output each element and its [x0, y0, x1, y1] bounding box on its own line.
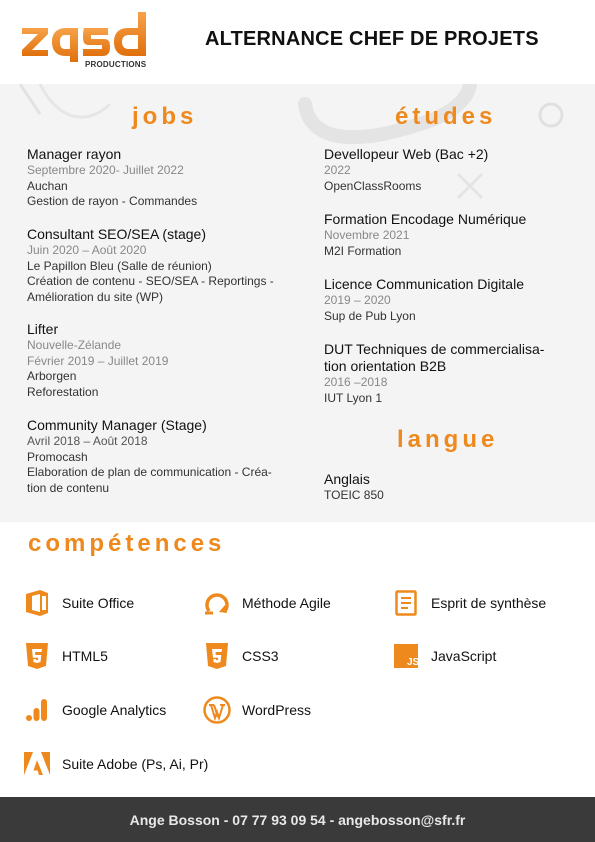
main-panel: jobs études Manager rayon Septembre 2020… [0, 84, 595, 522]
job-company: Arborgen [27, 369, 77, 383]
skill-item: Google Analytics [23, 695, 166, 725]
jobs-heading: jobs [132, 103, 198, 130]
job-company: Promocash [27, 449, 88, 464]
job-title: Consultant SEO/SEA (stage) [27, 226, 206, 242]
school-name: M2I Formation [324, 243, 402, 258]
html5-icon [23, 641, 51, 671]
language-entry: Anglais TOEIC 850 [324, 471, 384, 504]
school-name: OpenClassRooms [324, 178, 422, 193]
svg-text:JS: JS [407, 657, 418, 668]
job-entry: Community Manager (Stage) Avril 2018 – A… [27, 417, 272, 496]
job-title: Manager rayon [27, 146, 122, 162]
language-level: TOEIC 850 [324, 488, 384, 502]
contact-info: Ange Bosson - 07 77 93 09 54 - angebosso… [129, 811, 466, 828]
logo-subtitle: PRODUCTIONS [85, 60, 147, 69]
job-dates: Juin 2020 – Août 2020 [27, 243, 147, 257]
education-dates: 2019 – 2020 [324, 293, 391, 307]
agile-icon [203, 588, 231, 618]
document-icon [392, 588, 420, 618]
job-dates: Février 2019 – Juillet 2019 [27, 353, 169, 368]
degree-title: Formation Encodage Numérique [324, 211, 527, 227]
skill-item: Esprit de synthèse [392, 588, 546, 618]
skill-label: HTML5 [62, 648, 108, 664]
skill-label: Esprit de synthèse [431, 595, 547, 611]
job-company: Auchan [27, 178, 68, 193]
footer: Ange Bosson - 07 77 93 09 54 - angebosso… [0, 797, 595, 842]
degree-title-line2: tion orientation B2B [324, 358, 447, 374]
job-description: Elaboration de plan de communication - C… [27, 465, 272, 479]
school-name: IUT Lyon 1 [324, 390, 383, 405]
page-title: ALTERNANCE CHEF DE PROJETS [205, 28, 539, 50]
job-description: Amélioration du site (WP) [27, 289, 164, 304]
wordpress-icon [203, 695, 231, 725]
skill-label: Google Analytics [62, 702, 167, 718]
skill-item: Suite Office [23, 588, 134, 618]
css3-icon [203, 641, 231, 671]
header: PRODUCTIONS ALTERNANCE CHEF DE PROJETS [0, 0, 595, 84]
education-entry: Devellopeur Web (Bac +2) 2022 OpenClassR… [324, 146, 488, 194]
school-name: Sup de Pub Lyon [324, 308, 416, 323]
education-dates: Novembre 2021 [324, 228, 410, 242]
competences-heading: compétences [28, 530, 226, 557]
skill-item: WordPress [203, 695, 311, 725]
javascript-icon: JS [392, 641, 420, 671]
skill-label: Suite Office [62, 595, 135, 611]
skill-item: JS JavaScript [392, 641, 496, 671]
degree-title: DUT Techniques de commercialisa- [324, 341, 545, 357]
skill-label: Méthode Agile [242, 595, 331, 611]
job-title: Lifter [27, 321, 59, 337]
job-company: Le Papillon Bleu (Salle de réunion) [27, 258, 212, 273]
degree-title: Devellopeur Web (Bac +2) [324, 146, 489, 162]
zqsd-logo-icon [22, 12, 146, 62]
job-description: Création de contenu - SEO/SEA - Reportin… [27, 274, 274, 288]
office-icon [23, 588, 51, 618]
job-entry: Manager rayon Septembre 2020- Juillet 20… [27, 146, 197, 210]
job-location: Nouvelle-Zélande [27, 338, 122, 352]
degree-title: Licence Communication Digitale [324, 276, 524, 292]
analytics-icon [23, 695, 51, 725]
job-title: Community Manager (Stage) [27, 417, 207, 433]
education-dates: 2016 –2018 [324, 375, 388, 389]
language-name: Anglais [324, 471, 370, 487]
skill-label: WordPress [242, 702, 311, 718]
skill-item: CSS3 [203, 641, 279, 671]
skill-label: CSS3 [242, 648, 279, 664]
skill-item: Suite Adobe (Ps, Ai, Pr) [23, 749, 208, 779]
job-dates: Avril 2018 – Août 2018 [27, 434, 148, 448]
company-logo: PRODUCTIONS [20, 10, 155, 72]
job-entry: Lifter Nouvelle-Zélande Février 2019 – J… [27, 321, 168, 400]
etudes-heading: études [395, 103, 497, 130]
skill-label: JavaScript [431, 648, 497, 664]
job-description: Reforestation [27, 384, 99, 399]
langue-heading: langue [397, 426, 499, 453]
job-description: tion de contenu [27, 480, 110, 495]
skill-label: Suite Adobe (Ps, Ai, Pr) [62, 756, 209, 772]
job-dates: Septembre 2020- Juillet 2022 [27, 163, 184, 177]
education-entry: Formation Encodage Numérique Novembre 20… [324, 211, 526, 259]
job-description: Gestion de rayon - Commandes [27, 194, 198, 208]
skill-item: Méthode Agile [203, 588, 331, 618]
adobe-icon [23, 749, 51, 779]
education-dates: 2022 [324, 163, 351, 177]
education-entry: DUT Techniques de commercialisa- tion or… [324, 341, 544, 406]
job-entry: Consultant SEO/SEA (stage) Juin 2020 – A… [27, 226, 274, 305]
skill-item: HTML5 [23, 641, 108, 671]
education-entry: Licence Communication Digitale 2019 – 20… [324, 276, 524, 324]
